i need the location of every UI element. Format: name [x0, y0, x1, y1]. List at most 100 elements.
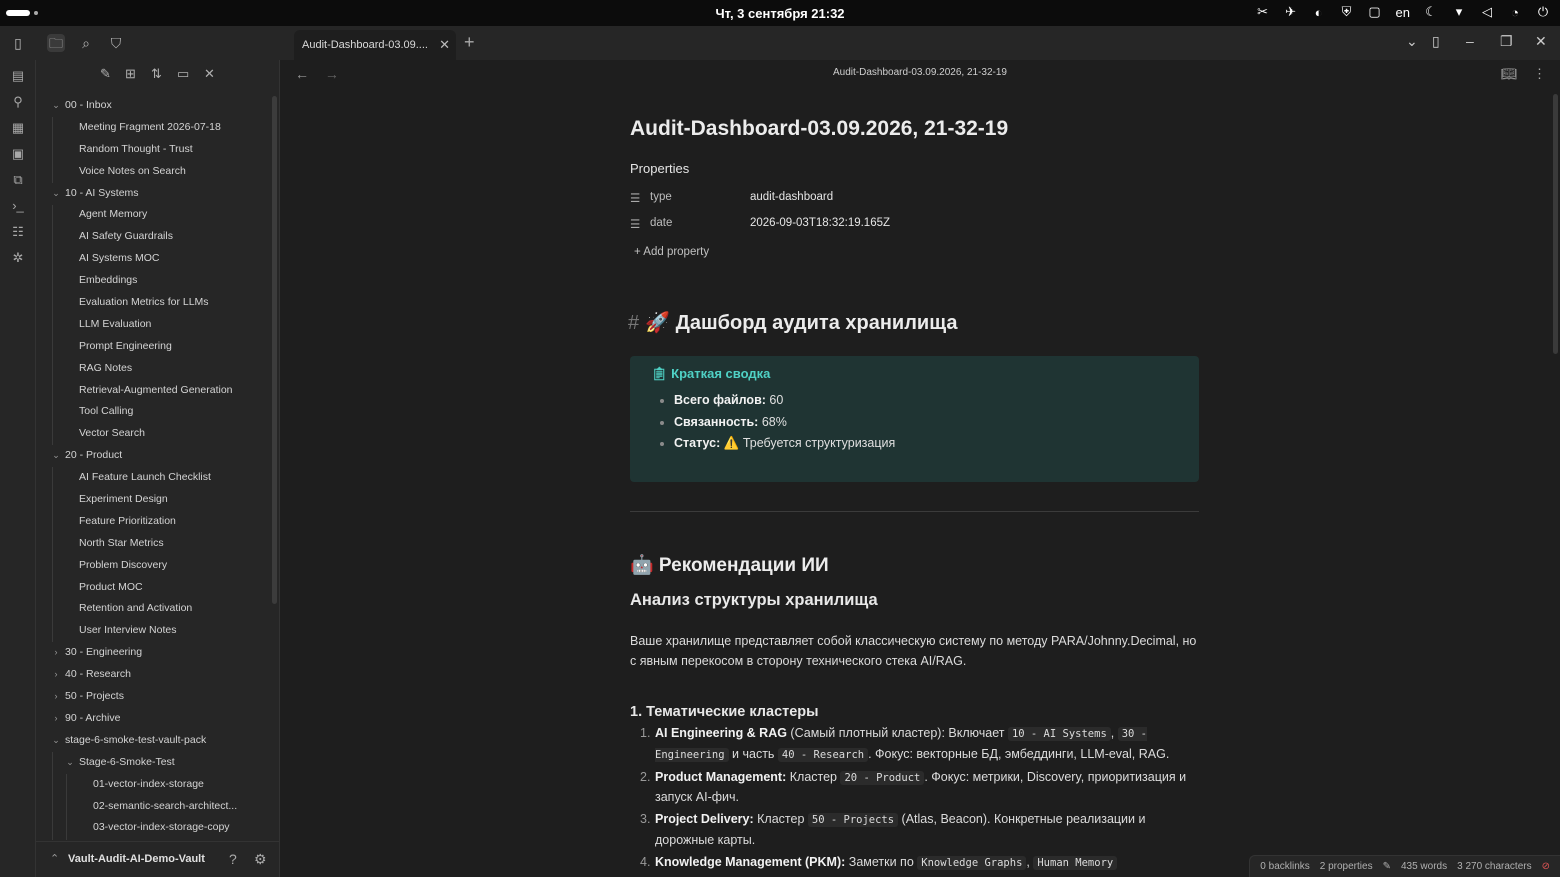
tree-file[interactable]: Meeting Fragment 2026-07-18 — [36, 117, 272, 139]
new-folder-icon[interactable]: ⊞ — [125, 66, 136, 82]
tree-file[interactable]: North Star Metrics — [36, 533, 272, 555]
command-palette-icon[interactable]: ›_ — [9, 197, 27, 215]
heading-4[interactable]: 1. Тематические кластеры — [630, 704, 819, 720]
auto-reveal-icon[interactable]: ▭ — [177, 66, 189, 82]
tree-folder[interactable]: ⌄ 10 - AI Systems — [36, 183, 272, 205]
daily-note-icon[interactable]: ▣ — [9, 145, 27, 163]
ordered-list-item[interactable]: 3. Project Delivery: Кластер 50 - Project… — [630, 810, 1199, 851]
tree-file[interactable]: Evaluation Metrics for LLMs — [36, 292, 272, 314]
tree-file[interactable]: Random Thought - Trust — [36, 139, 272, 161]
editor-scrollbar[interactable] — [1553, 94, 1558, 354]
tray-item[interactable]: ◔ — [1508, 5, 1522, 20]
add-property-button[interactable]: + Add property — [634, 246, 709, 258]
right-sidebar-toggle-icon[interactable]: ▯ — [1432, 33, 1440, 50]
tree-file[interactable]: 01-vector-index-storage — [36, 774, 272, 796]
sidebar-scrollbar[interactable] — [272, 96, 277, 604]
tree-file[interactable]: AI Safety Guardrails — [36, 226, 272, 248]
heading-3[interactable]: Анализ структуры хранилища — [630, 591, 878, 610]
plugin-icon[interactable]: ✲ — [9, 249, 27, 267]
minimize-icon[interactable]: – — [1466, 33, 1474, 49]
chevron-right-icon[interactable]: › — [51, 708, 61, 730]
tree-file[interactable]: 03-vector-index-storage-copy — [36, 817, 272, 839]
heading-2[interactable]: 🤖 Рекомендации ИИ — [630, 553, 829, 577]
tree-folder[interactable]: ⌄ Stage-6-Smoke-Test — [36, 752, 272, 774]
tree-file[interactable]: Experiment Design — [36, 489, 272, 511]
system-tray[interactable]: ✂ ✈ ◐ ⛨ ▢ en ☾ ▾ ◁ ◔ ⏻ — [1256, 4, 1550, 20]
close-window-icon[interactable]: ✕ — [1535, 33, 1547, 50]
chevron-right-icon[interactable]: › — [51, 642, 61, 664]
tree-file[interactable]: Vector Search — [36, 423, 272, 445]
chevron-down-icon[interactable]: ⌄ — [51, 445, 61, 467]
tray-item[interactable]: ⏻ — [1536, 4, 1550, 20]
view-header-title[interactable]: Audit-Dashboard-03.09.2026, 21-32-19 — [280, 67, 1560, 78]
templates-icon[interactable]: ⧉ — [9, 171, 27, 189]
property-key[interactable]: date — [650, 217, 672, 229]
vault-switcher[interactable]: ⌃ Vault-Audit-AI-Demo-Vault ? ⚙ — [36, 841, 280, 877]
tray-item[interactable]: ☾ — [1424, 4, 1438, 20]
files-icon[interactable]: 🗀 — [47, 34, 65, 52]
close-tab-icon[interactable]: ✕ — [439, 37, 450, 53]
tree-folder[interactable]: › 40 - Research — [36, 664, 272, 686]
sync-off-icon[interactable]: ⊘ — [1542, 861, 1550, 872]
paragraph[interactable]: Ваше хранилище представляет собой класси… — [630, 632, 1199, 671]
tree-file[interactable]: User Interview Notes — [36, 620, 272, 642]
open-quick-switcher-icon[interactable]: ▤ — [9, 67, 27, 85]
canvas-icon[interactable]: ▦ — [9, 119, 27, 137]
tray-item[interactable]: en — [1396, 5, 1410, 20]
tree-file[interactable]: Product MOC — [36, 577, 272, 599]
tree-folder[interactable]: ⌄ stage-6-smoke-test-vault-pack — [36, 730, 272, 752]
sort-icon[interactable]: ⇅ — [151, 66, 162, 82]
edit-pencil-icon[interactable]: ✎ — [1383, 861, 1391, 872]
tree-file[interactable]: Problem Discovery — [36, 555, 272, 577]
new-tab-icon[interactable]: + — [464, 32, 475, 53]
property-value[interactable]: audit-dashboard — [750, 191, 833, 203]
ordered-list-item[interactable]: 2. Product Management: Кластер 20 - Produ… — [630, 768, 1199, 809]
tray-item[interactable]: ✂ — [1256, 4, 1270, 20]
tree-file[interactable]: Voice Notes on Search — [36, 161, 272, 183]
tree-file[interactable]: 02-semantic-search-architect... — [36, 796, 272, 818]
bases-icon[interactable]: ☷ — [9, 223, 27, 241]
tree-file[interactable]: Embeddings — [36, 270, 272, 292]
tree-file[interactable]: AI Systems MOC — [36, 248, 272, 270]
chevron-right-icon[interactable]: › — [51, 664, 61, 686]
tree-file[interactable]: AI Feature Launch Checklist — [36, 467, 272, 489]
more-options-icon[interactable]: ⋮ — [1533, 66, 1546, 81]
maximize-icon[interactable]: ❐ — [1500, 33, 1513, 50]
tray-item[interactable]: ✈ — [1284, 4, 1298, 20]
property-key[interactable]: type — [650, 191, 672, 203]
search-icon[interactable]: ⌕ — [77, 34, 95, 52]
tray-item[interactable]: ◐ — [1312, 5, 1326, 20]
graph-view-icon[interactable]: ⚲ — [9, 93, 27, 111]
chevron-down-icon[interactable]: ⌄ — [51, 730, 61, 752]
tree-folder[interactable]: ⌄ 00 - Inbox — [36, 95, 272, 117]
tree-file[interactable]: Agent Memory — [36, 204, 272, 226]
tree-file[interactable]: Prompt Engineering — [36, 336, 272, 358]
help-icon[interactable]: ? — [229, 851, 237, 867]
tray-item[interactable]: ⛨ — [1340, 4, 1354, 20]
tree-folder[interactable]: › 90 - Archive — [36, 708, 272, 730]
bookmark-icon[interactable]: ⛉ — [107, 34, 125, 52]
tree-folder[interactable]: › 50 - Projects — [36, 686, 272, 708]
chevron-down-icon[interactable]: ⌄ — [51, 95, 61, 117]
collapse-all-icon[interactable]: ✕ — [204, 66, 215, 82]
note-title[interactable]: Audit-Dashboard-03.09.2026, 21-32-19 — [630, 117, 1008, 141]
tray-item[interactable]: ▢ — [1368, 4, 1382, 20]
property-value[interactable]: 2026-09-03T18:32:19.165Z — [750, 217, 890, 229]
tray-item[interactable]: ▾ — [1452, 4, 1466, 20]
chevron-down-icon[interactable]: ⌄ — [51, 183, 61, 205]
reading-view-icon[interactable]: 📖︎ — [1501, 66, 1518, 81]
tree-file[interactable]: RAG Notes — [36, 358, 272, 380]
ordered-list-item[interactable]: 1. AI Engineering & RAG (Самый плотный кл… — [630, 724, 1199, 766]
tree-folder[interactable]: › 30 - Engineering — [36, 642, 272, 664]
toggle-sidebar-icon[interactable]: ▯ — [9, 34, 27, 52]
tab-audit-dashboard[interactable]: Audit-Dashboard-03.09.... ✕ — [294, 30, 456, 60]
tree-file[interactable]: Retention and Activation — [36, 598, 272, 620]
heading-1[interactable]: # 🚀 Дашборд аудита хранилища — [628, 310, 957, 335]
tree-file[interactable]: LLM Evaluation — [36, 314, 272, 336]
properties-count[interactable]: 2 properties — [1320, 861, 1373, 872]
tray-item[interactable]: ◁ — [1480, 4, 1494, 20]
chevron-down-icon[interactable]: ⌄ — [65, 752, 75, 774]
tab-list-icon[interactable]: ⌄ — [1406, 33, 1418, 50]
ordered-list[interactable]: 1. AI Engineering & RAG (Самый плотный кл… — [630, 724, 1199, 876]
tree-file[interactable]: Feature Prioritization — [36, 511, 272, 533]
